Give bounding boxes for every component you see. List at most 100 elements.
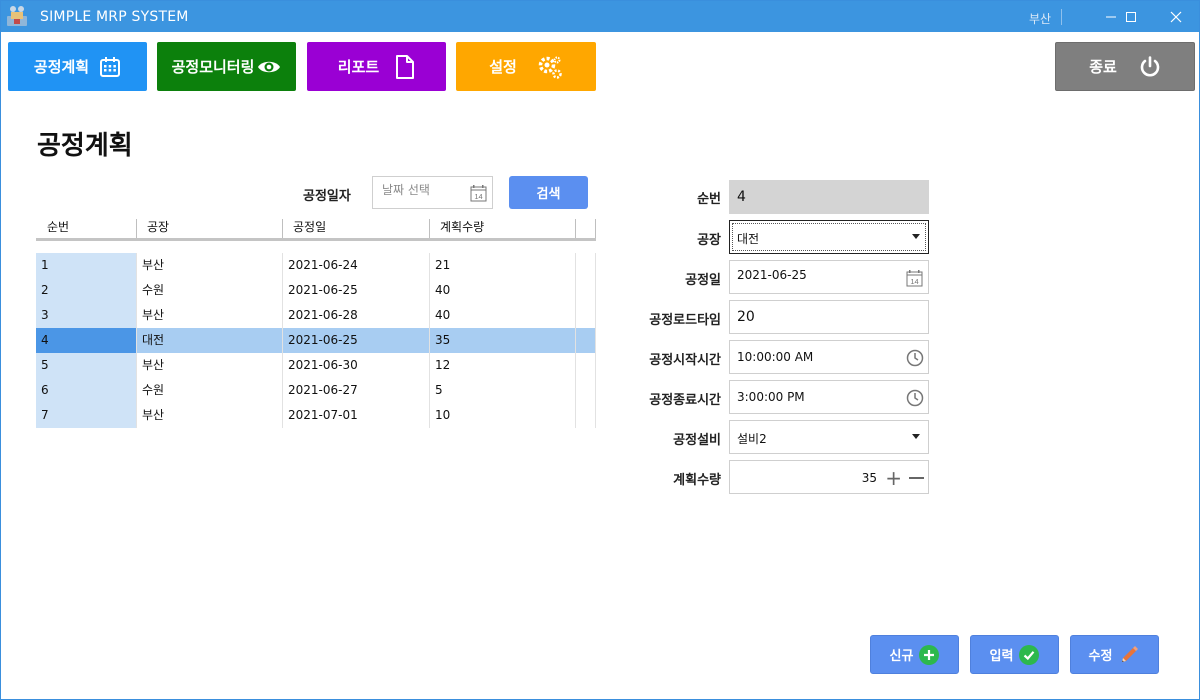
start-time-label: 공정시작시간 [649,353,721,368]
app-title: SIMPLE MRP SYSTEM [40,9,189,25]
seq-label: 순번 [697,192,721,207]
cell-qty: 21 [435,258,451,272]
calendar-day-number: 14 [474,192,482,201]
save-button-label: 입력 [989,649,1014,664]
end-time-picker[interactable]: 3:00:00 PM [729,380,929,414]
column-header-factory[interactable]: 공장 [136,215,169,239]
nav-settings-button[interactable]: 설정 [456,42,596,91]
cell-seq: 1 [36,253,136,278]
column-divider [575,219,576,240]
start-time-picker[interactable]: 10:00:00 AM [729,340,929,374]
table-row[interactable]: 6 수원 2021-06-27 5 [36,378,596,403]
nav-exit-label: 종료 [1089,58,1117,76]
maximize-icon [1126,11,1136,22]
seq-value: 4 [737,189,746,205]
end-time-value: 3:00:00 PM [737,390,805,404]
cell-seq: 6 [36,378,136,403]
new-button[interactable]: 신규 [870,635,959,674]
equipment-value: 설비2 [737,432,767,446]
page-title: 공정계획 [37,131,133,161]
calendar-day-number: 14 [910,277,918,286]
current-user: 부산 [1029,12,1052,26]
edit-button-label: 수정 [1088,649,1113,664]
loadtime-label: 공정로드타임 [649,313,721,328]
table-row[interactable]: 2 수원 2021-06-25 40 [36,278,596,303]
close-button[interactable] [1156,1,1196,32]
search-date-placeholder: 날짜 선택 [382,183,430,197]
table-row-selected[interactable]: 4 대전 2021-06-25 35 [36,328,596,353]
loadtime-value: 20 [737,309,755,325]
nav-plan-button[interactable]: 공정계획 [8,42,147,91]
calendar-icon[interactable]: 14 [469,184,489,202]
column-header-date[interactable]: 공정일 [282,215,326,239]
cell-qty: 12 [435,358,451,372]
cell-date: 2021-06-30 [288,358,358,372]
column-header-qty[interactable]: 계획수량 [429,215,484,239]
cell-date: 2021-06-24 [288,258,358,272]
clock-icon[interactable] [905,348,925,368]
process-date-label: 공정일 [685,273,721,288]
factory-select[interactable]: 대전 [729,220,929,254]
cell-qty: 40 [435,283,451,297]
cell-factory: 부산 [142,258,165,272]
title-divider [1061,9,1062,25]
cell-date: 2021-07-01 [288,408,358,422]
plan-qty-stepper[interactable]: 35 + [729,460,929,494]
cell-seq: 4 [36,328,136,353]
cell-date: 2021-06-28 [288,308,358,322]
gears-icon [538,56,562,79]
nav-report-button[interactable]: 리포트 [307,42,446,91]
column-header-seq[interactable]: 순번 [36,215,69,239]
cell-factory: 부산 [142,408,165,422]
table-row[interactable]: 7 부산 2021-07-01 10 [36,403,596,428]
cell-qty: 10 [435,408,451,422]
document-icon [396,54,415,79]
plan-qty-value: 35 [861,471,877,485]
search-button[interactable]: 검색 [509,176,588,209]
plus-circle-icon [919,644,940,665]
app-window: SIMPLE MRP SYSTEM 부산 공정계획 공정모니터링 리포트 설정 … [0,0,1200,700]
cell-factory: 수원 [142,383,165,397]
save-button[interactable]: 입력 [970,635,1059,674]
title-bar[interactable]: SIMPLE MRP SYSTEM 부산 [1,1,1199,32]
table-row[interactable]: 3 부산 2021-06-28 40 [36,303,596,328]
column-gridline [429,253,430,428]
column-gridline [575,253,576,428]
process-date-picker[interactable]: 2021-06-25 14 [729,260,929,294]
minus-icon[interactable] [909,477,924,479]
cell-seq: 7 [36,403,136,428]
plus-icon[interactable]: + [885,466,902,490]
nav-report-label: 리포트 [337,58,380,76]
maximize-button[interactable] [1111,1,1151,32]
equipment-label: 공정설비 [673,433,721,448]
nav-exit-button[interactable]: 종료 [1055,42,1195,91]
cell-factory: 부산 [142,308,165,322]
cell-factory: 부산 [142,358,165,372]
cell-date: 2021-06-27 [288,383,358,397]
table-row[interactable]: 5 부산 2021-06-30 12 [36,353,596,378]
seq-field: 4 [729,180,929,214]
calendar-icon[interactable]: 14 [905,269,925,287]
eye-icon [258,61,281,72]
clock-icon[interactable] [905,388,925,408]
power-icon [1140,55,1160,76]
cell-date: 2021-06-25 [288,283,358,297]
cell-seq: 2 [36,278,136,303]
table-row[interactable]: 1 부산 2021-06-24 21 [36,253,596,278]
loadtime-input[interactable]: 20 [729,300,929,334]
cell-qty: 35 [435,333,451,347]
cell-factory: 수원 [142,283,165,297]
app-logo-icon [7,6,27,26]
nav-monitor-button[interactable]: 공정모니터링 [157,42,296,91]
grid-header-underline [36,238,596,241]
end-time-label: 공정종료시간 [649,393,721,408]
process-date-value: 2021-06-25 [737,268,807,282]
cell-factory: 대전 [142,333,165,347]
pencil-icon [1122,645,1139,662]
nav-settings-label: 설정 [489,58,517,76]
equipment-select[interactable]: 설비2 [729,420,929,454]
search-date-picker[interactable]: 날짜 선택 14 [372,176,493,209]
chevron-down-icon [912,234,920,239]
cell-qty: 5 [435,383,443,397]
edit-button[interactable]: 수정 [1070,635,1159,674]
